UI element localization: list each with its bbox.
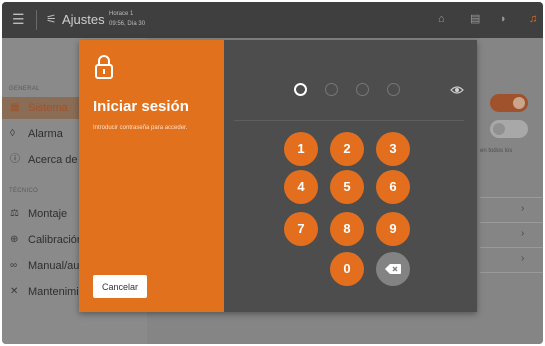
key-4[interactable]: 4	[284, 170, 318, 204]
sidebar-item-label: Manual/au	[28, 260, 80, 272]
sidebar-section-tecnico: TÉCNICO	[9, 188, 39, 194]
divider	[480, 272, 543, 273]
sidebar-item-label: Montaje	[28, 208, 68, 220]
key-0[interactable]: 0	[330, 252, 364, 286]
bell-icon: ◊	[10, 128, 15, 139]
link-icon: ∞	[10, 260, 18, 271]
backspace-icon	[385, 264, 401, 274]
sidebar-item-label: Acerca de	[28, 154, 78, 166]
backspace-button[interactable]	[376, 252, 410, 286]
sidebar-item-label: Calibración	[28, 234, 84, 246]
sidebar-item-label: Sistema	[28, 102, 68, 114]
key-8[interactable]: 8	[330, 212, 364, 246]
divider	[234, 120, 464, 121]
sidebar-section-general: GENERAL	[9, 86, 40, 92]
login-info-panel: Iniciar sesión Introducir contraseña par…	[79, 40, 224, 312]
tools-icon: ✕	[10, 286, 19, 297]
pin-indicator	[294, 83, 414, 97]
bell-icon[interactable]: ♫	[529, 13, 537, 25]
menu-icon[interactable]: ☰	[12, 12, 26, 26]
chevron-right-icon[interactable]: ›	[521, 228, 524, 239]
toggle-switch-on[interactable]	[490, 94, 528, 112]
dialog-description: Introducir contraseña para acceder.	[93, 125, 188, 131]
sidebar-item-label: Mantenimi	[28, 286, 79, 298]
sliders-icon: ⚟	[46, 12, 57, 26]
dialog-title: Iniciar sesión	[93, 98, 189, 115]
lock-icon	[95, 55, 113, 79]
info-icon: ⓘ	[10, 154, 20, 165]
setting-hint: en todos los	[480, 148, 513, 154]
date-time: 09:56, Día 30	[109, 21, 146, 27]
divider	[480, 247, 543, 248]
pin-pad-panel: 1 2 3 4 5 6 7 8 9 0	[224, 40, 477, 312]
eye-icon[interactable]	[450, 85, 464, 95]
sidebar-item-label: Alarma	[28, 128, 63, 140]
pin-dot	[325, 83, 338, 96]
home-icon[interactable]: ⌂	[438, 13, 445, 25]
wifi-icon[interactable]: ◗	[500, 13, 507, 25]
page-title: Ajustes	[62, 12, 105, 27]
mount-icon: ⚖	[10, 208, 19, 219]
chevron-right-icon[interactable]: ›	[521, 253, 524, 264]
toggle-knob	[513, 97, 525, 109]
key-9[interactable]: 9	[376, 212, 410, 246]
key-3[interactable]: 3	[376, 132, 410, 166]
key-6[interactable]: 6	[376, 170, 410, 204]
chevron-right-icon[interactable]: ›	[521, 203, 524, 214]
cancel-button[interactable]: Cancelar	[93, 275, 147, 298]
toggle-switch-off[interactable]	[490, 120, 528, 138]
document-icon[interactable]: ▤	[470, 13, 480, 25]
divider	[480, 197, 543, 198]
divider	[36, 10, 37, 30]
device-screen: ☰ ⚟ Ajustes Horace 1 09:56, Día 30 ⌂ ▤ ◗…	[2, 2, 543, 344]
key-5[interactable]: 5	[330, 170, 364, 204]
key-7[interactable]: 7	[284, 212, 318, 246]
key-1[interactable]: 1	[284, 132, 318, 166]
toggle-knob	[493, 123, 505, 135]
login-dialog: Iniciar sesión Introducir contraseña par…	[79, 40, 477, 312]
target-icon: ⊕	[10, 234, 19, 245]
top-bar: ☰ ⚟ Ajustes Horace 1 09:56, Día 30 ⌂ ▤ ◗…	[2, 2, 543, 38]
grid-icon: ▦	[10, 102, 20, 113]
pin-dot	[387, 83, 400, 96]
pin-dot	[356, 83, 369, 96]
key-2[interactable]: 2	[330, 132, 364, 166]
divider	[480, 222, 543, 223]
room-name: Horace 1	[109, 11, 134, 17]
pin-dot	[294, 83, 307, 96]
